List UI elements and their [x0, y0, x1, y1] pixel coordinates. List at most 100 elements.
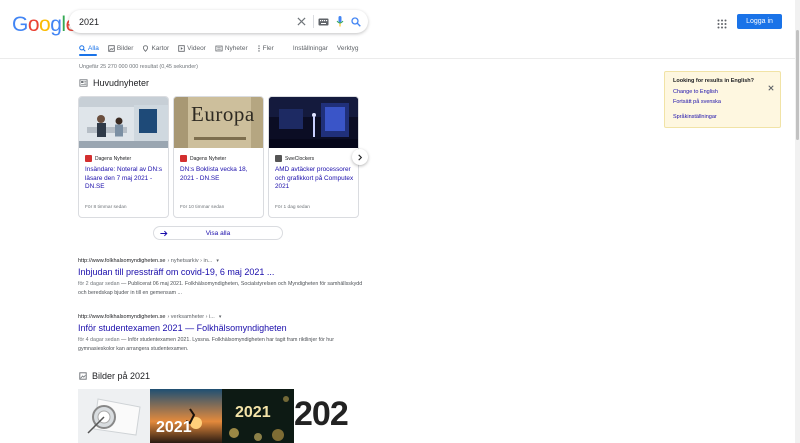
- images-heading: Bilder på 2021: [79, 371, 150, 381]
- images-strip: 2021 2021 202: [78, 389, 366, 443]
- caret-down-icon[interactable]: ▾: [216, 258, 219, 264]
- tab-more[interactable]: Fler: [257, 43, 274, 54]
- image-tile-text: 2021: [156, 419, 192, 436]
- caret-down-icon[interactable]: ▾: [219, 314, 222, 320]
- news-thumbnail: [79, 97, 168, 148]
- tab-news[interactable]: Nyheter: [215, 43, 248, 54]
- carousel-next-button[interactable]: [352, 149, 368, 165]
- language-suggestion-panel: Looking for results in English? Change t…: [664, 71, 781, 128]
- tab-settings[interactable]: Inställningar: [293, 43, 328, 54]
- map-pin-icon: [143, 45, 149, 52]
- search-divider: [313, 15, 314, 28]
- show-all-button[interactable]: Visa alla: [153, 226, 283, 240]
- tab-images[interactable]: Bilder: [108, 43, 134, 54]
- news-time: För 8 timmar sedan: [85, 205, 127, 210]
- news-source-name: Dagens Nyheter: [190, 155, 227, 162]
- news-thumbnail: Europa: [174, 97, 263, 148]
- result-url[interactable]: http://www.folkhalsomyndigheten.se › nyh…: [78, 258, 363, 264]
- result-date: för 2 dagar sedan: [78, 281, 120, 287]
- result-domain: http://www.folkhalsomyndigheten.se: [78, 258, 166, 264]
- result-url[interactable]: http://www.folkhalsomyndigheten.se › ver…: [78, 314, 363, 320]
- result-stats: Ungefär 25 270 000 000 resultat (0,45 se…: [79, 64, 198, 70]
- search-box[interactable]: [69, 10, 368, 33]
- image-tile-text: 202: [294, 395, 349, 433]
- active-tab-indicator: [79, 54, 97, 56]
- microphone-icon[interactable]: [333, 15, 346, 28]
- google-logo[interactable]: Google: [12, 13, 77, 37]
- clear-icon[interactable]: [295, 15, 308, 28]
- tab-label: Alla: [88, 45, 99, 52]
- news-source: SweClockers: [275, 155, 314, 162]
- search-result: http://www.folkhalsomyndigheten.se › nyh…: [78, 258, 363, 298]
- chevron-right-icon: [358, 153, 363, 161]
- news-headline[interactable]: AMD avtäcker processorer och grafikkort …: [275, 166, 355, 192]
- tab-label: Nyheter: [224, 45, 248, 52]
- news-source-name: SweClockers: [285, 155, 315, 162]
- tab-tools[interactable]: Verktyg: [337, 43, 359, 54]
- result-title[interactable]: Inför studentexamen 2021 — Folkhälsomynd…: [78, 323, 363, 333]
- result-title[interactable]: Inbjudan till pressträff om covid-19, 6 …: [78, 267, 363, 277]
- news-source: Dagens Nyheter: [85, 155, 131, 162]
- top-stories-title: Huvudnyheter: [93, 78, 150, 88]
- news-icon: [215, 45, 223, 52]
- apps-grid-icon[interactable]: [717, 16, 727, 29]
- result-date: för 4 dagar sedan: [78, 337, 120, 343]
- language-settings-link[interactable]: Språkinställningar: [673, 114, 717, 120]
- header-divider: [0, 58, 795, 59]
- arrow-right-icon: [160, 230, 168, 237]
- result-breadcrumb: › verksamheter › i...: [167, 314, 215, 320]
- close-icon[interactable]: [768, 78, 774, 96]
- news-card[interactable]: Europa Dagens Nyheter DN:s Boklista veck…: [173, 96, 264, 218]
- news-headline[interactable]: DN:s Boklista vecka 18, 2021 - DN.SE: [180, 166, 260, 183]
- news-time: För 1 dag sedan: [275, 205, 310, 210]
- news-source-name: Dagens Nyheter: [95, 155, 132, 162]
- news-thumbnail: [269, 97, 358, 148]
- search-tabs: Alla Bilder Kartor Videor Nyheter Fler I…: [79, 43, 368, 57]
- result-breadcrumb: › nyhetsarkiv › in...: [167, 258, 213, 264]
- more-icon: [257, 45, 260, 52]
- search-input[interactable]: [79, 14, 279, 29]
- tab-label: Bilder: [116, 45, 134, 52]
- tab-label: Fler: [262, 45, 274, 52]
- image-icon: [79, 372, 87, 380]
- news-card[interactable]: SweClockers AMD avtäcker processorer och…: [268, 96, 359, 218]
- language-question: Looking for results in English?: [673, 78, 754, 84]
- result-snippet: för 2 dagar sedan — Publicerat 06 maj 20…: [78, 280, 363, 298]
- result-snippet-text: — Publicerat 06 maj 2021. Folkhälsomyndi…: [78, 281, 363, 296]
- result-domain: http://www.folkhalsomyndigheten.se: [78, 314, 166, 320]
- search-icon: [79, 45, 86, 52]
- tab-all[interactable]: Alla: [79, 43, 99, 54]
- image-result[interactable]: 202: [294, 389, 366, 443]
- image-result[interactable]: 2021: [222, 389, 294, 443]
- search-result: http://www.folkhalsomyndigheten.se › ver…: [78, 314, 363, 354]
- tab-label: Verktyg: [336, 45, 359, 52]
- image-icon: [108, 45, 115, 52]
- top-stories-heading: Huvudnyheter: [79, 78, 149, 88]
- login-button[interactable]: Logga in: [737, 14, 782, 29]
- news-icon: [79, 79, 88, 87]
- search-icon[interactable]: [349, 15, 362, 28]
- sweclockers-favicon-icon: [275, 155, 282, 162]
- keep-swedish-link[interactable]: Fortsätt på svenska: [673, 99, 721, 105]
- tab-videos[interactable]: Videor: [178, 43, 206, 54]
- dn-favicon-icon: [85, 155, 92, 162]
- news-card[interactable]: Dagens Nyheter Insändare: Noteral av DN:…: [78, 96, 169, 218]
- result-snippet: för 4 dagar sedan — Inför studentexamen …: [78, 336, 363, 354]
- news-time: För 10 timmar sedan: [180, 205, 225, 210]
- tab-label: Kartor: [151, 45, 170, 52]
- news-headline[interactable]: Insändare: Noteral av DN:s läsare den 7 …: [85, 166, 165, 192]
- change-to-english-link[interactable]: Change to English: [673, 89, 718, 95]
- top-stories-carousel: Dagens Nyheter Insändare: Noteral av DN:…: [78, 96, 363, 218]
- show-all-label: Visa alla: [205, 229, 231, 237]
- image-result[interactable]: 2021: [150, 389, 222, 443]
- tab-maps[interactable]: Kartor: [142, 43, 169, 54]
- tab-label: Videor: [187, 45, 206, 52]
- image-result[interactable]: [78, 389, 150, 443]
- image-tile-text: 2021: [235, 404, 271, 421]
- images-title: Bilder på 2021: [92, 371, 151, 381]
- book-cover-title: Europa: [191, 102, 255, 126]
- news-source: Dagens Nyheter: [180, 155, 226, 162]
- tab-label: Inställningar: [292, 45, 328, 52]
- scrollbar-thumb[interactable]: [796, 30, 799, 140]
- keyboard-icon[interactable]: [317, 15, 330, 28]
